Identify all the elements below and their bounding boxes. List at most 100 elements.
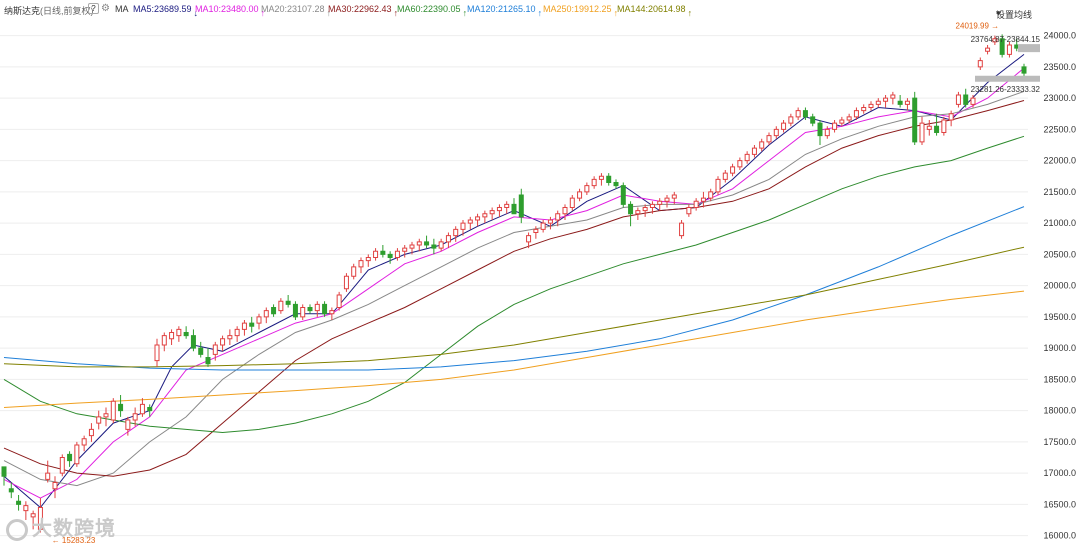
candle <box>657 198 663 211</box>
candle <box>373 248 379 261</box>
candle-body <box>948 113 954 121</box>
candle <box>249 316 255 333</box>
candle-body <box>23 505 29 512</box>
candle-body <box>628 203 634 215</box>
candle-body <box>919 122 925 143</box>
candle <box>795 107 801 120</box>
candle <box>365 254 371 267</box>
candle-body <box>577 191 583 199</box>
candle <box>234 326 240 342</box>
candle <box>176 326 182 342</box>
candle <box>394 248 400 261</box>
candle-body <box>1006 44 1012 55</box>
candle-body <box>868 103 874 108</box>
candle <box>766 132 772 145</box>
candle-body <box>190 335 196 349</box>
candle-body <box>926 125 932 130</box>
candle <box>52 476 58 499</box>
y-tick-label: 20000.0 <box>1043 281 1076 291</box>
candle-body <box>88 428 94 437</box>
candle <box>890 91 896 105</box>
candle-body <box>1 466 7 477</box>
candle-body <box>67 453 73 462</box>
candle-body <box>220 338 226 346</box>
watermark-text: 大数跨境 <box>32 518 116 540</box>
candle <box>700 191 706 208</box>
candle <box>45 460 51 483</box>
candle-body <box>169 332 175 340</box>
candle-body <box>963 94 969 105</box>
candle <box>154 338 160 367</box>
candle <box>883 95 889 108</box>
candle-body <box>139 403 145 415</box>
y-tick-label: 23000.0 <box>1043 93 1076 103</box>
candle <box>751 145 757 158</box>
candle <box>190 329 196 352</box>
candle-body <box>322 303 328 315</box>
candle <box>16 495 22 511</box>
candle <box>227 329 233 345</box>
candle-body <box>59 457 65 474</box>
candle-body <box>205 357 211 365</box>
candle <box>839 116 845 127</box>
candle-body <box>744 153 750 162</box>
candle <box>8 482 14 499</box>
candle <box>926 120 932 136</box>
candle <box>241 320 247 336</box>
candle-body <box>730 166 736 174</box>
candle <box>598 173 604 186</box>
candle-body <box>387 253 393 258</box>
candle <box>868 101 874 111</box>
candle-body <box>700 197 706 202</box>
candle-body <box>154 344 160 362</box>
candle-body <box>985 47 991 52</box>
candle <box>963 88 969 108</box>
candle-body <box>256 316 262 324</box>
candle <box>402 245 408 258</box>
candle-body <box>249 322 255 327</box>
candle <box>737 157 743 170</box>
candle <box>358 257 364 274</box>
candle-body <box>307 307 313 312</box>
candle <box>292 301 298 320</box>
candle-body <box>271 307 277 315</box>
y-tick-label: 24000.0 <box>1043 31 1076 41</box>
y-axis: 16000.0 16500.0 17000.0 17500.0 18000.0 18500… <box>1043 31 1076 541</box>
candle-body <box>460 222 466 230</box>
candle-body <box>693 200 699 208</box>
candle-body <box>934 125 940 133</box>
candle-body <box>781 122 787 130</box>
candle <box>773 126 779 139</box>
candle-body <box>263 310 269 318</box>
candle-body <box>482 213 488 218</box>
candle-body <box>118 403 124 412</box>
candle-body <box>722 172 728 180</box>
candle <box>169 329 175 345</box>
candle <box>205 348 211 367</box>
candle-body <box>591 178 597 187</box>
candle-body <box>380 250 386 255</box>
y-tick-label: 17000.0 <box>1043 468 1076 478</box>
candle-body <box>955 94 961 105</box>
candle-body <box>853 110 859 118</box>
candle-body <box>832 122 838 130</box>
candle <box>183 326 189 339</box>
candle-body <box>620 185 626 205</box>
y-tick-label: 16500.0 <box>1043 499 1076 509</box>
candle <box>322 301 328 317</box>
candle-body <box>1021 66 1027 74</box>
candle-body <box>773 128 779 137</box>
moving-average-lines <box>3 54 1025 509</box>
candle <box>496 204 502 217</box>
candle <box>351 263 357 280</box>
candle-body <box>795 110 801 118</box>
candle-body <box>453 228 459 237</box>
candle <box>1021 63 1027 77</box>
candle <box>110 398 116 424</box>
y-tick-label: 16000.0 <box>1043 531 1076 541</box>
candle <box>686 204 692 217</box>
range-box-2 <box>975 75 1040 82</box>
range-label-2: 23281.26-23333.32 <box>971 85 1041 94</box>
candle <box>584 182 590 195</box>
candle <box>74 441 80 467</box>
